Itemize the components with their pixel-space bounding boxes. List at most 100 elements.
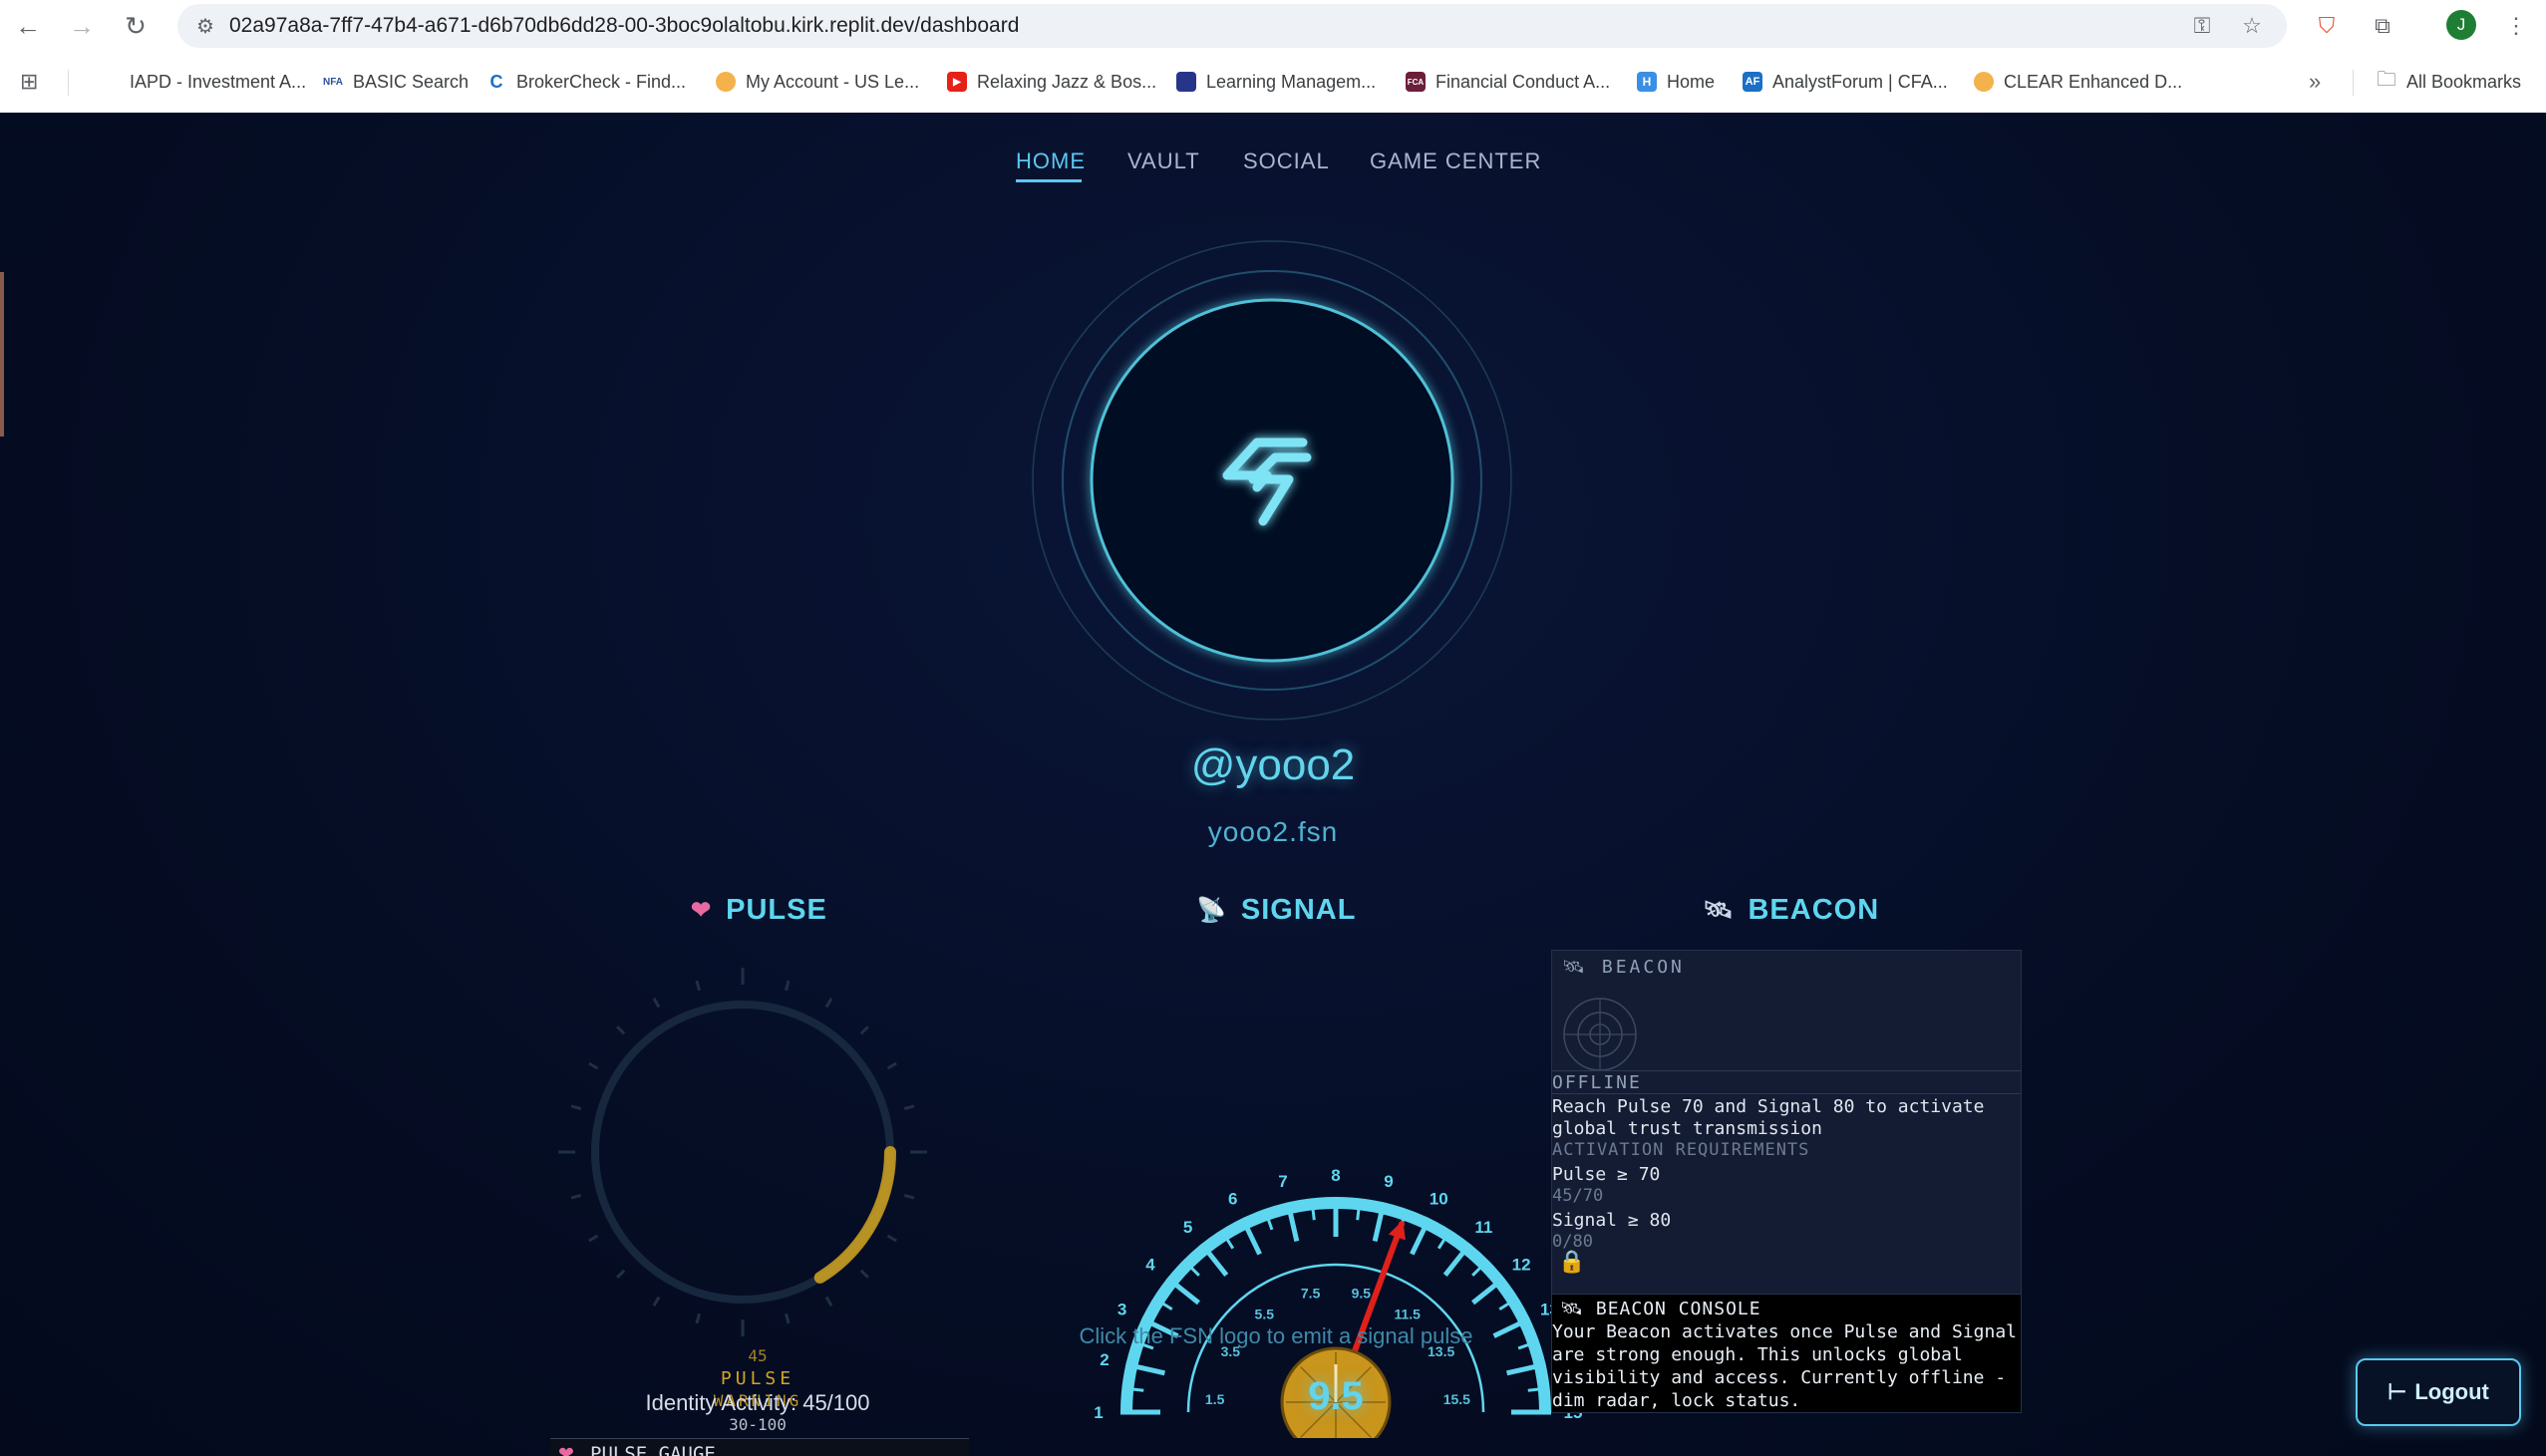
pulse-tick xyxy=(886,1061,897,1070)
signal-inner-tick-label: 11.5 xyxy=(1394,1306,1421,1321)
tab-social[interactable]: SOCIAL xyxy=(1243,148,1330,174)
bookmark-financial-conduct[interactable]: FCA Financial Conduct A... xyxy=(1406,68,1610,96)
apps-grid-icon[interactable]: ⊞ xyxy=(20,68,38,96)
bookmark-brokercheck[interactable]: C BrokerCheck - Find... xyxy=(486,68,686,96)
pulse-activity: Identity Activity: 45/100 xyxy=(645,1390,870,1415)
pulse-tick xyxy=(824,998,833,1009)
signal-tick-label: 5 xyxy=(1183,1218,1192,1237)
address-bar-row: ← → ↻ ⚙ 02a97a8a-7ff7-47b4-a671-d6b70db6… xyxy=(0,0,2546,52)
all-bookmarks[interactable]: 🗀 All Bookmarks xyxy=(2377,68,2521,96)
pulse-tick xyxy=(903,1194,915,1200)
bookmark-label: CLEAR Enhanced D... xyxy=(2004,71,2183,92)
pulse-gauge-title: PULSE GAUGE xyxy=(590,1443,716,1456)
folder-icon: 🗀 xyxy=(2377,69,2396,91)
beacon-panel: 🛰 BEACON OFFLINE Reach Pulse 70 and Signa… xyxy=(1551,950,2022,1297)
pulse-tick xyxy=(859,1269,869,1279)
reload-icon[interactable]: ↻ xyxy=(118,8,154,44)
satellite-icon: 🛰 xyxy=(1703,897,1735,924)
bookmark-clear-enhanced[interactable]: CLEAR Enhanced D... xyxy=(1974,68,2182,96)
satellite-dish-icon: 📡 xyxy=(1196,897,1227,924)
pulse-tick xyxy=(695,1312,701,1324)
bookmark-label: BrokerCheck - Find... xyxy=(516,71,687,92)
home-bookmark-icon: H xyxy=(1637,72,1657,92)
user-handle: @yooo2 xyxy=(1190,740,1356,789)
signal-tick-label: 7 xyxy=(1278,1172,1287,1191)
signal-tick-label: 8 xyxy=(1331,1166,1340,1185)
nfa-icon: NFA xyxy=(323,72,343,92)
signal-tick-label: 3 xyxy=(1117,1301,1126,1319)
youtube-icon: ▶ xyxy=(947,72,967,92)
signal-inner-tick-label: 9.5 xyxy=(1352,1286,1372,1302)
radar-icon xyxy=(1563,998,1637,1071)
extensions-puzzle-icon[interactable]: ⧉ xyxy=(2367,10,2398,42)
tab-game-center[interactable]: GAME CENTER xyxy=(1370,148,1541,174)
all-bookmarks-label: All Bookmarks xyxy=(2406,71,2522,92)
pulse-tick xyxy=(785,1312,791,1324)
tab-home[interactable]: HOME xyxy=(1016,148,1086,174)
browser-chrome: ← → ↻ ⚙ 02a97a8a-7ff7-47b4-a671-d6b70db6… xyxy=(0,0,2546,114)
pulse-gauge xyxy=(558,968,927,1336)
browser-menu-icon[interactable]: ⋮ xyxy=(2500,10,2532,42)
extension-shield-icon[interactable]: ⛉ xyxy=(2311,10,2343,42)
beacon-console-title: BEACON CONSOLE xyxy=(1595,1299,1761,1319)
pulse-tick xyxy=(859,1025,869,1035)
pulse-tick xyxy=(616,1025,626,1035)
dashboard: HOME VAULT SOCIAL GAME CENTER @yooo2 yoo… xyxy=(0,113,2546,1456)
beacon-requirements-title: ACTIVATION REQUIREMENTS xyxy=(1552,1140,1810,1160)
bookmark-relaxing-jazz[interactable]: ▶ Relaxing Jazz & Bos... xyxy=(947,68,1156,96)
site-info-icon[interactable]: ⚙ xyxy=(191,12,219,40)
forward-icon[interactable]: → xyxy=(64,8,100,44)
tab-vault[interactable]: VAULT xyxy=(1127,148,1200,174)
bookmark-label: Relaxing Jazz & Bos... xyxy=(977,71,1157,92)
beacon-req-pulse: Pulse ≥ 70 xyxy=(1552,1164,1661,1185)
signal-hint: Click the FSN logo to emit a signal puls… xyxy=(1079,1323,1473,1348)
logout-label: Logout xyxy=(2414,1379,2489,1404)
pulse-value: 45 xyxy=(748,1346,768,1365)
beacon-console: 🛰 BEACON CONSOLE Your Beacon activates on… xyxy=(1551,1294,2022,1413)
bookmark-my-account[interactable]: My Account - US Le... xyxy=(716,68,919,96)
bookmark-learning-management[interactable]: Learning Managem... xyxy=(1176,68,1376,96)
user-domain: yooo2.fsn xyxy=(1207,816,1339,847)
brokercheck-icon: C xyxy=(486,72,506,92)
signal-value: 9.5 xyxy=(1308,1374,1364,1418)
password-key-icon[interactable]: ⚿ xyxy=(2187,11,2217,41)
more-bookmarks-icon[interactable]: » xyxy=(2309,68,2321,96)
pulse-title-text: PULSE xyxy=(726,894,827,926)
omnibox[interactable]: ⚙ 02a97a8a-7ff7-47b4-a671-d6b70db6dd28-0… xyxy=(177,4,2287,48)
signal-title-text: SIGNAL xyxy=(1240,894,1357,926)
bookmark-basic-search[interactable]: NFA BASIC Search xyxy=(323,68,469,96)
pulse-tick xyxy=(652,1296,661,1307)
bookmark-home[interactable]: H Home xyxy=(1637,68,1715,96)
bookmark-star-icon[interactable]: ☆ xyxy=(2237,11,2267,41)
beacon-status: OFFLINE xyxy=(1552,1072,1642,1093)
beacon-req-signal: Signal ≥ 80 xyxy=(1552,1210,1672,1231)
pulse-tick xyxy=(824,1296,833,1307)
satellite-icon: 🛰 xyxy=(1560,1299,1584,1319)
url-text[interactable]: 02a97a8a-7ff7-47b4-a671-d6b70db6dd28-00-… xyxy=(229,14,1019,38)
logout-button[interactable]: ⊢ Logout xyxy=(2356,1358,2521,1426)
bookmark-analystforum[interactable]: AF AnalystForum | CFA... xyxy=(1743,68,1948,96)
back-icon[interactable]: ← xyxy=(10,8,46,44)
pulse-tick xyxy=(785,980,791,992)
pulse-tick xyxy=(695,980,701,992)
satellite-icon: 🛰 xyxy=(1562,957,1588,978)
beacon-console-head: 🛰 BEACON CONSOLE xyxy=(1560,1299,1761,1319)
beacon-status-bar: OFFLINE xyxy=(1552,1070,2021,1094)
beacon-title-text: BEACON xyxy=(1748,894,1880,926)
signal-gauge: 1234567891011121314151.53.55.57.59.511.5… xyxy=(1094,1166,1582,1438)
pulse-tick xyxy=(588,1234,599,1243)
profile-avatar[interactable]: J xyxy=(2446,10,2476,40)
bookmark-label: IAPD - Investment A... xyxy=(130,71,307,92)
beacon-req-pulse-progress: 45/70 xyxy=(1552,1186,1604,1206)
beacon-panel-head: 🛰 BEACON xyxy=(1562,957,1685,978)
pulse-label: PULSE xyxy=(720,1368,796,1389)
bookmark-label: Learning Managem... xyxy=(1206,71,1377,92)
signal-inner-tick-label: 7.5 xyxy=(1301,1286,1321,1302)
pulse-arc xyxy=(813,1146,896,1284)
pulse-tick xyxy=(616,1269,626,1279)
bookmark-iapd[interactable]: IAPD - Investment A... xyxy=(100,68,306,96)
fsn-logo-button[interactable] xyxy=(1032,240,1512,721)
bookmark-label: AnalystForum | CFA... xyxy=(1772,71,1948,92)
bookmark-separator xyxy=(2353,70,2354,96)
bookmarks-bar: ⊞ IAPD - Investment A... NFA BASIC Searc… xyxy=(0,52,2546,114)
